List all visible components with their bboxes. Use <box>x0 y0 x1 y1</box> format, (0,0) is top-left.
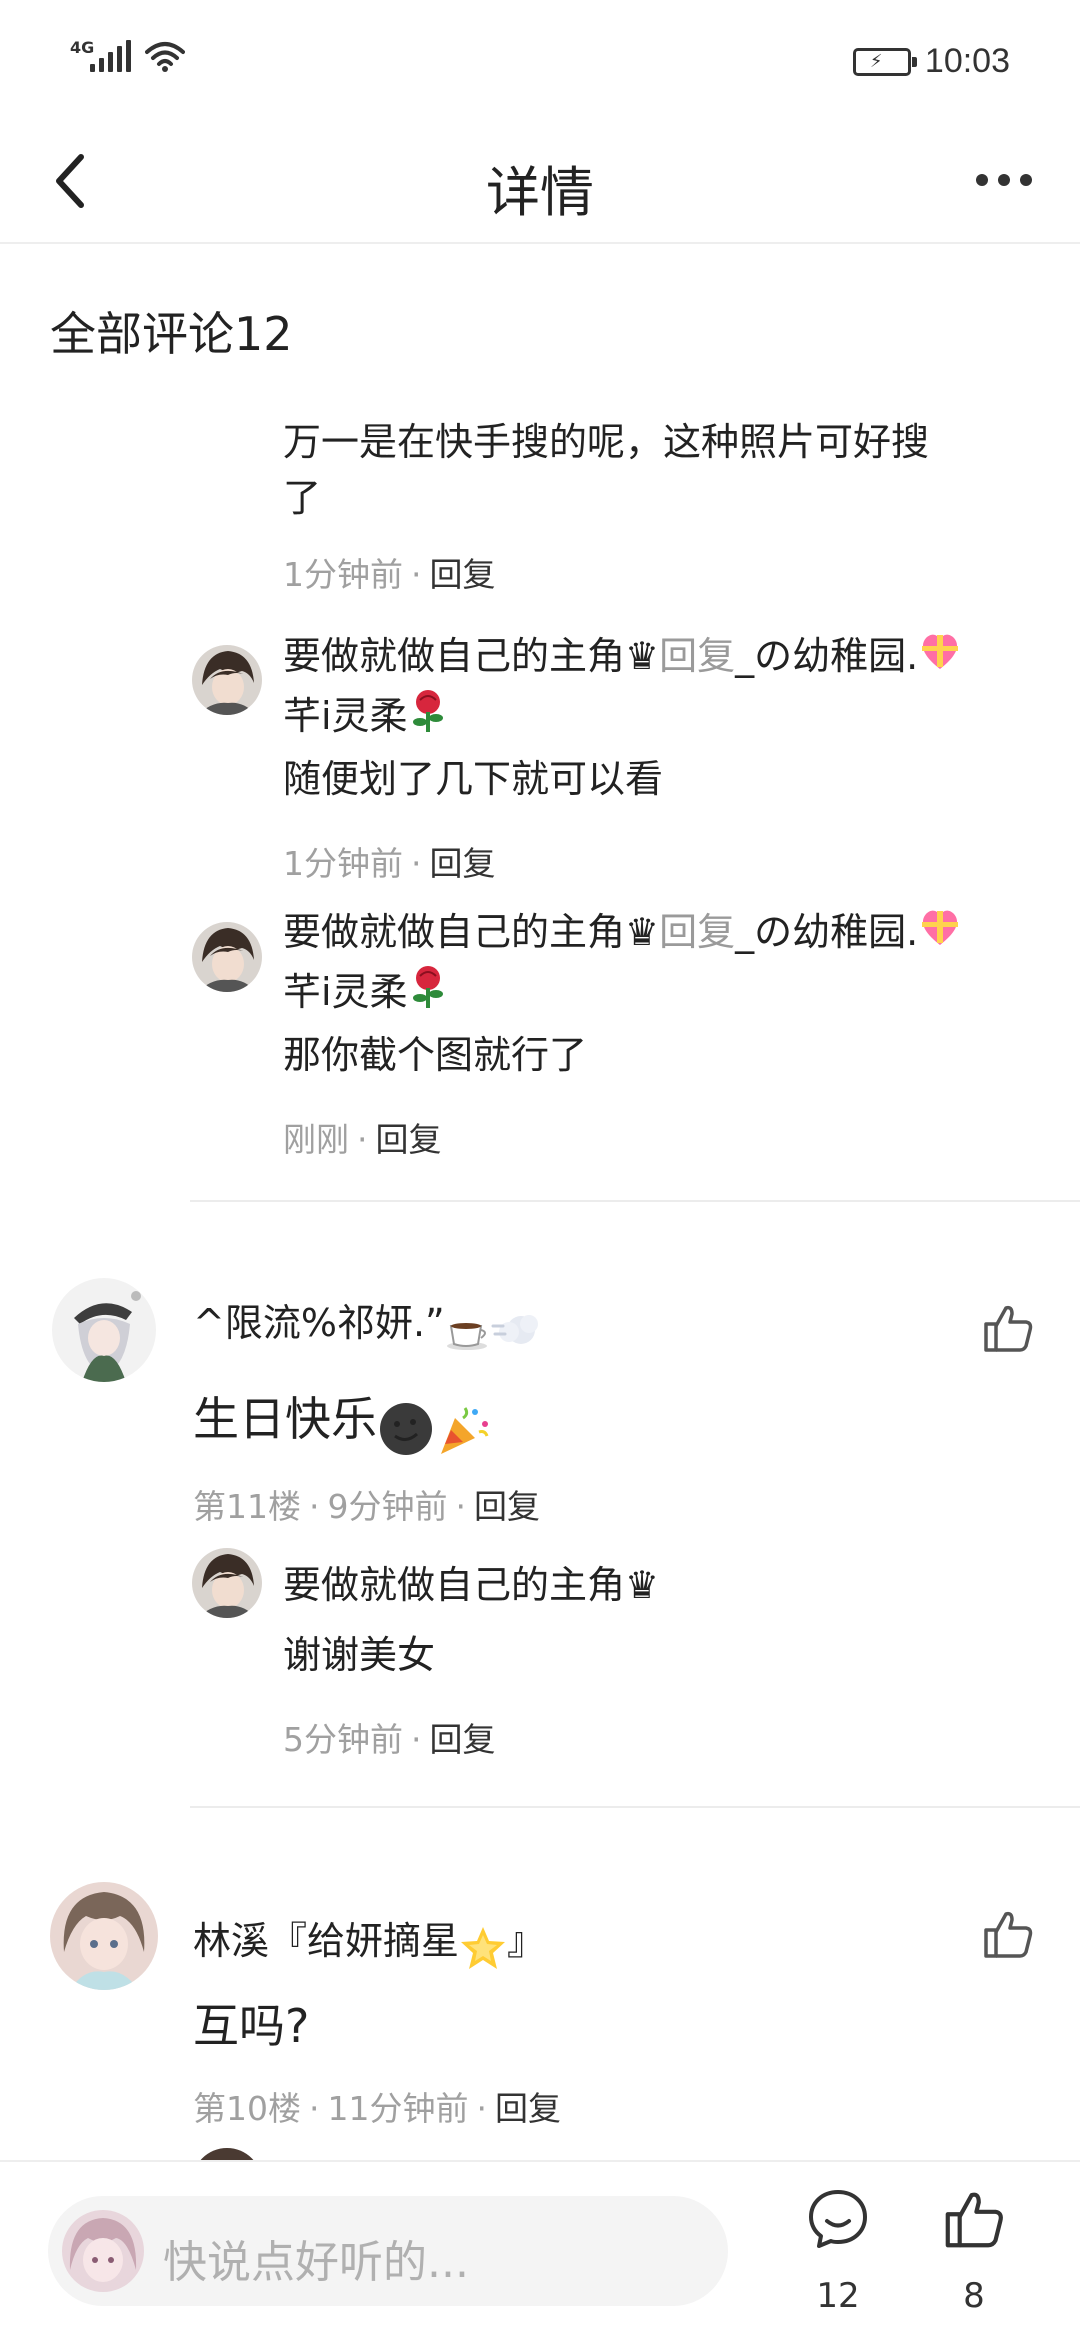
reply-text: 万一是在快手搜的呢，这种照片可好搜 <box>283 420 930 464</box>
status-left: 4G <box>70 38 185 72</box>
dark-moon-emoji <box>377 1400 435 1462</box>
like-count: 8 <box>963 2276 985 2316</box>
reply-word: 回复 <box>659 634 736 678</box>
comment-text-line: 生日快乐 <box>193 1383 493 1462</box>
comment-meta: 第11楼 · 9分钟前 · 回复 <box>193 1487 540 1526</box>
more-dot-icon <box>976 174 988 186</box>
comment-icon <box>809 2190 867 2248</box>
reply-author[interactable]: 要做就做自己的主角♛ <box>283 634 659 678</box>
input-placeholder: 快说点好听的... <box>163 2237 469 2288</box>
reply-text-cont: 了 <box>283 476 322 520</box>
reply-target[interactable]: _の幼稚园. <box>735 910 918 954</box>
reply-text: 谢谢美女 <box>283 1633 436 1677</box>
reply-button[interactable]: 回复 <box>430 1720 496 1759</box>
reply-button[interactable]: 回复 <box>430 555 496 594</box>
more-dot-icon <box>998 174 1010 186</box>
reply-item: 万一是在快手搜的呢，这种照片可好搜 了 1分钟前 · 回复 <box>283 414 1043 596</box>
reply-meta: 5分钟前 · 回复 <box>283 1720 496 1759</box>
comment-input[interactable]: 快说点好听的... <box>48 2196 728 2306</box>
reply-author[interactable]: 要做就做自己的主角♛ <box>283 1557 1043 1613</box>
reply-target[interactable]: _の幼稚园. <box>735 634 918 678</box>
reply-target-name[interactable]: 芊i灵柔 <box>283 694 408 738</box>
heart-gift-emoji <box>918 629 962 688</box>
reply-meta: 刚刚 · 回复 <box>283 1120 442 1159</box>
more-dot-icon <box>1020 174 1032 186</box>
comment-text: 互吗? <box>193 1999 310 2053</box>
comment-author[interactable]: ^限流%祁妍.” <box>193 1301 445 1345</box>
comment-floor: 第11楼 <box>193 1487 301 1526</box>
reply-meta: 1分钟前 · 回复 <box>283 555 496 594</box>
rose-emoji <box>408 688 448 749</box>
dash-cloud-emoji <box>491 1308 541 1356</box>
divider <box>190 1806 1080 1808</box>
comment-author[interactable]: 林溪『给妍摘星 <box>193 1919 459 1963</box>
thumb-up-icon <box>945 2192 1003 2248</box>
reply-time: 1分钟前 <box>283 555 403 594</box>
status-bar: 4G ⚡ 10:03 <box>0 0 1080 120</box>
reply-item: 要做就做自己的主角♛ 谢谢美女 5分钟前 · 回复 <box>283 1557 1043 1761</box>
thumb-up-icon <box>984 1911 1033 1958</box>
like-count-button[interactable]: 8 <box>929 2188 1019 2318</box>
reply-time: 1分钟前 <box>283 844 403 883</box>
comment-count: 12 <box>816 2276 860 2316</box>
avatar[interactable] <box>192 922 262 992</box>
reply-button[interactable]: 回复 <box>376 1120 442 1159</box>
reply-text: 随便划了几下就可以看 <box>283 757 664 801</box>
bottom-bar: 快说点好听的... 12 8 <box>0 2160 1080 2340</box>
wifi-icon <box>145 42 185 72</box>
comment-meta: 第10楼 · 11分钟前 · 回复 <box>193 2089 561 2128</box>
like-button[interactable] <box>973 1293 1043 1363</box>
comment-author-line: ^限流%祁妍.” <box>193 1292 541 1356</box>
avatar[interactable] <box>192 1548 262 1618</box>
thumb-up-icon <box>984 1305 1033 1352</box>
comment-author-suffix: 』 <box>507 1919 546 1963</box>
comment-time: 9分钟前 <box>327 1487 448 1526</box>
reply-text: 那你截个图就行了 <box>283 1033 588 1077</box>
reply-button[interactable]: 回复 <box>474 1487 540 1526</box>
comment-floor: 第10楼 <box>193 2089 301 2128</box>
reply-author-line: 要做就做自己的主角♛回复_の幼稚园. <box>283 628 1043 688</box>
reply-button[interactable]: 回复 <box>430 844 496 883</box>
avatar[interactable] <box>192 645 262 715</box>
reply-word: 回复 <box>659 910 736 954</box>
reply-time: 刚刚 <box>283 1120 349 1159</box>
more-button[interactable] <box>964 150 1044 210</box>
like-button[interactable] <box>973 1899 1043 1969</box>
battery-icon: ⚡ <box>852 47 917 76</box>
reply-target-line: 芊i灵柔 <box>283 964 1043 1025</box>
status-right: ⚡ 10:03 <box>852 42 1010 81</box>
heart-gift-emoji <box>918 905 962 964</box>
comment-author-line: 林溪『给妍摘星 』 <box>193 1910 545 1975</box>
reply-author[interactable]: 要做就做自己的主角♛ <box>283 910 659 954</box>
comment-text: 生日快乐 <box>193 1392 377 1446</box>
reply-target-line: 芊i灵柔 <box>283 688 1043 749</box>
reply-author-line: 要做就做自己的主角♛回复_の幼稚园. <box>283 904 1043 964</box>
nav-bar: 详情 <box>0 120 1080 244</box>
reply-item: 要做就做自己的主角♛回复_の幼稚园. 芊i灵柔 那你截个图就行了 刚刚 · 回复 <box>283 904 1043 1161</box>
divider <box>190 1200 1080 1202</box>
rose-emoji <box>408 964 448 1025</box>
network-type: 4G <box>70 38 95 57</box>
comments-header: 全部评论12 <box>50 307 293 361</box>
page-title: 详情 <box>486 161 594 224</box>
my-avatar <box>62 2210 144 2292</box>
clock: 10:03 <box>924 42 1010 80</box>
coffee-emoji <box>445 1308 491 1356</box>
reply-meta: 1分钟前 · 回复 <box>283 844 496 883</box>
comment-count-button[interactable]: 12 <box>793 2188 883 2318</box>
avatar[interactable] <box>50 1882 158 1990</box>
reply-item: 要做就做自己的主角♛回复_の幼稚园. 芊i灵柔 随便划了几下就可以看 1分钟前 ·… <box>283 628 1043 885</box>
reply-time: 5分钟前 <box>283 1720 403 1759</box>
comment-time: 11分钟前 <box>327 2089 469 2128</box>
avatar[interactable] <box>52 1278 156 1382</box>
reply-target-name[interactable]: 芊i灵柔 <box>283 970 408 1014</box>
party-popper-emoji <box>435 1400 493 1462</box>
star-emoji <box>459 1925 507 1975</box>
signal-icon <box>90 40 131 72</box>
reply-button[interactable]: 回复 <box>495 2089 561 2128</box>
